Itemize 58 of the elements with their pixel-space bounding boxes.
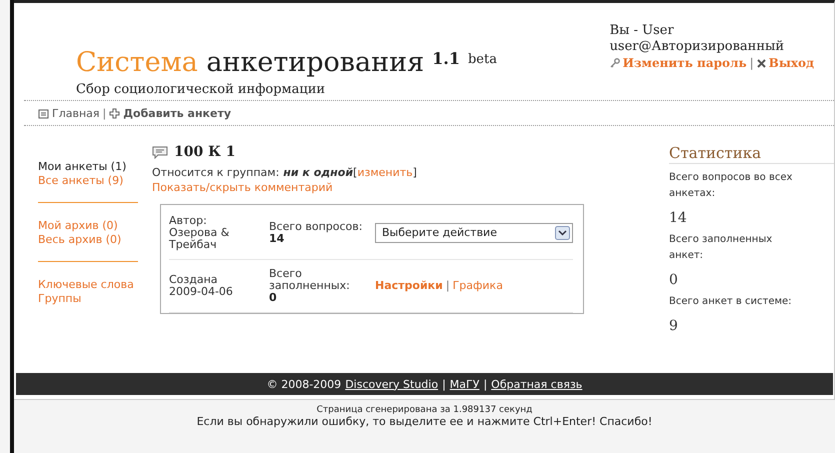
error-hint: Если вы обнаружили ошибку, то выделите ее и нажмите Ctrl+Enter! Спасибо! [196,415,652,428]
version-number: 1.1 [432,49,460,68]
logout-link[interactable]: Выход [768,55,814,71]
link-separator: | [750,55,754,71]
change-groups-link[interactable]: изменить [357,166,413,179]
stat-label: Всего анкет в системе: [669,295,793,309]
footer-separator: | [442,378,446,390]
close-icon [756,58,766,68]
footer-link[interactable]: МаГУ [450,378,480,390]
bracket-open: [ [353,166,358,179]
footer-link[interactable]: Обратная связь [491,378,582,390]
sidebar-link[interactable]: Мой архив (0) [38,219,138,233]
questions-label: Всего вопросов: [269,221,364,233]
graphics-link[interactable]: Графика [452,280,503,292]
groups-label: Относится к группам: [152,166,280,179]
action-select[interactable]: Выберите действие [375,223,573,243]
key-icon [610,58,620,68]
toggle-comment-link[interactable]: Показать/скрыть комментарий [152,181,333,194]
user-greeting: Вы - User [610,23,675,39]
sidebar-link[interactable]: Все анкеты (9) [38,174,138,188]
home-icon [38,108,49,118]
add-survey-link[interactable]: Добавить анкету [123,106,232,120]
created-date: 2009-04-06 [169,286,234,298]
footer-separator: | [483,378,488,390]
created-label: Создана [169,274,219,286]
stat-value: 14 [669,210,688,226]
filled-label: Всего заполненных: [269,268,351,292]
stats-title: Статистика [669,144,834,164]
settings-link[interactable]: Настройки [375,280,443,292]
change-password-link[interactable]: Изменить пароль [622,55,747,71]
author-label: Автор: [169,215,208,227]
stat-value: 0 [669,272,679,288]
sidebar-link[interactable]: Весь архив (0) [38,233,138,247]
sidebar-link[interactable]: Ключевые слова [38,278,138,292]
user-status: user@Авторизированный [610,39,785,55]
sidebar-link[interactable]: Мои анкеты (1) [38,160,138,174]
footer-link[interactable]: Discovery Studio [345,378,438,390]
author-name: Озерова & Трейбач [169,227,230,251]
survey-title: 100 К 1 [174,144,236,160]
stat-label: Всего заполненных анкет: [669,233,774,263]
comment-icon [152,146,168,158]
stat-label: Всего вопросов во всех анкетах: [669,171,794,201]
bracket-close: ] [412,166,417,179]
copyright-text: © 2008-2009 [266,378,342,390]
dropdown-icon [555,226,570,240]
filled-count: 0 [269,292,278,304]
site-title: Система анкетирования [76,47,424,78]
nav-separator: | [102,106,106,120]
link-separator: | [446,280,450,292]
stat-value: 9 [669,318,679,334]
sidebar-link[interactable]: Группы [38,292,138,306]
site-subtitle: Сбор социологической информации [76,82,326,97]
home-link[interactable]: Главная [52,106,100,120]
version-tag: beta [468,52,497,67]
questions-count: 14 [269,233,286,245]
generation-time: Страница сгенерирована за 1.989137 секунд [316,405,532,415]
plus-icon [109,108,120,118]
groups-value: ни к одной [283,166,354,179]
